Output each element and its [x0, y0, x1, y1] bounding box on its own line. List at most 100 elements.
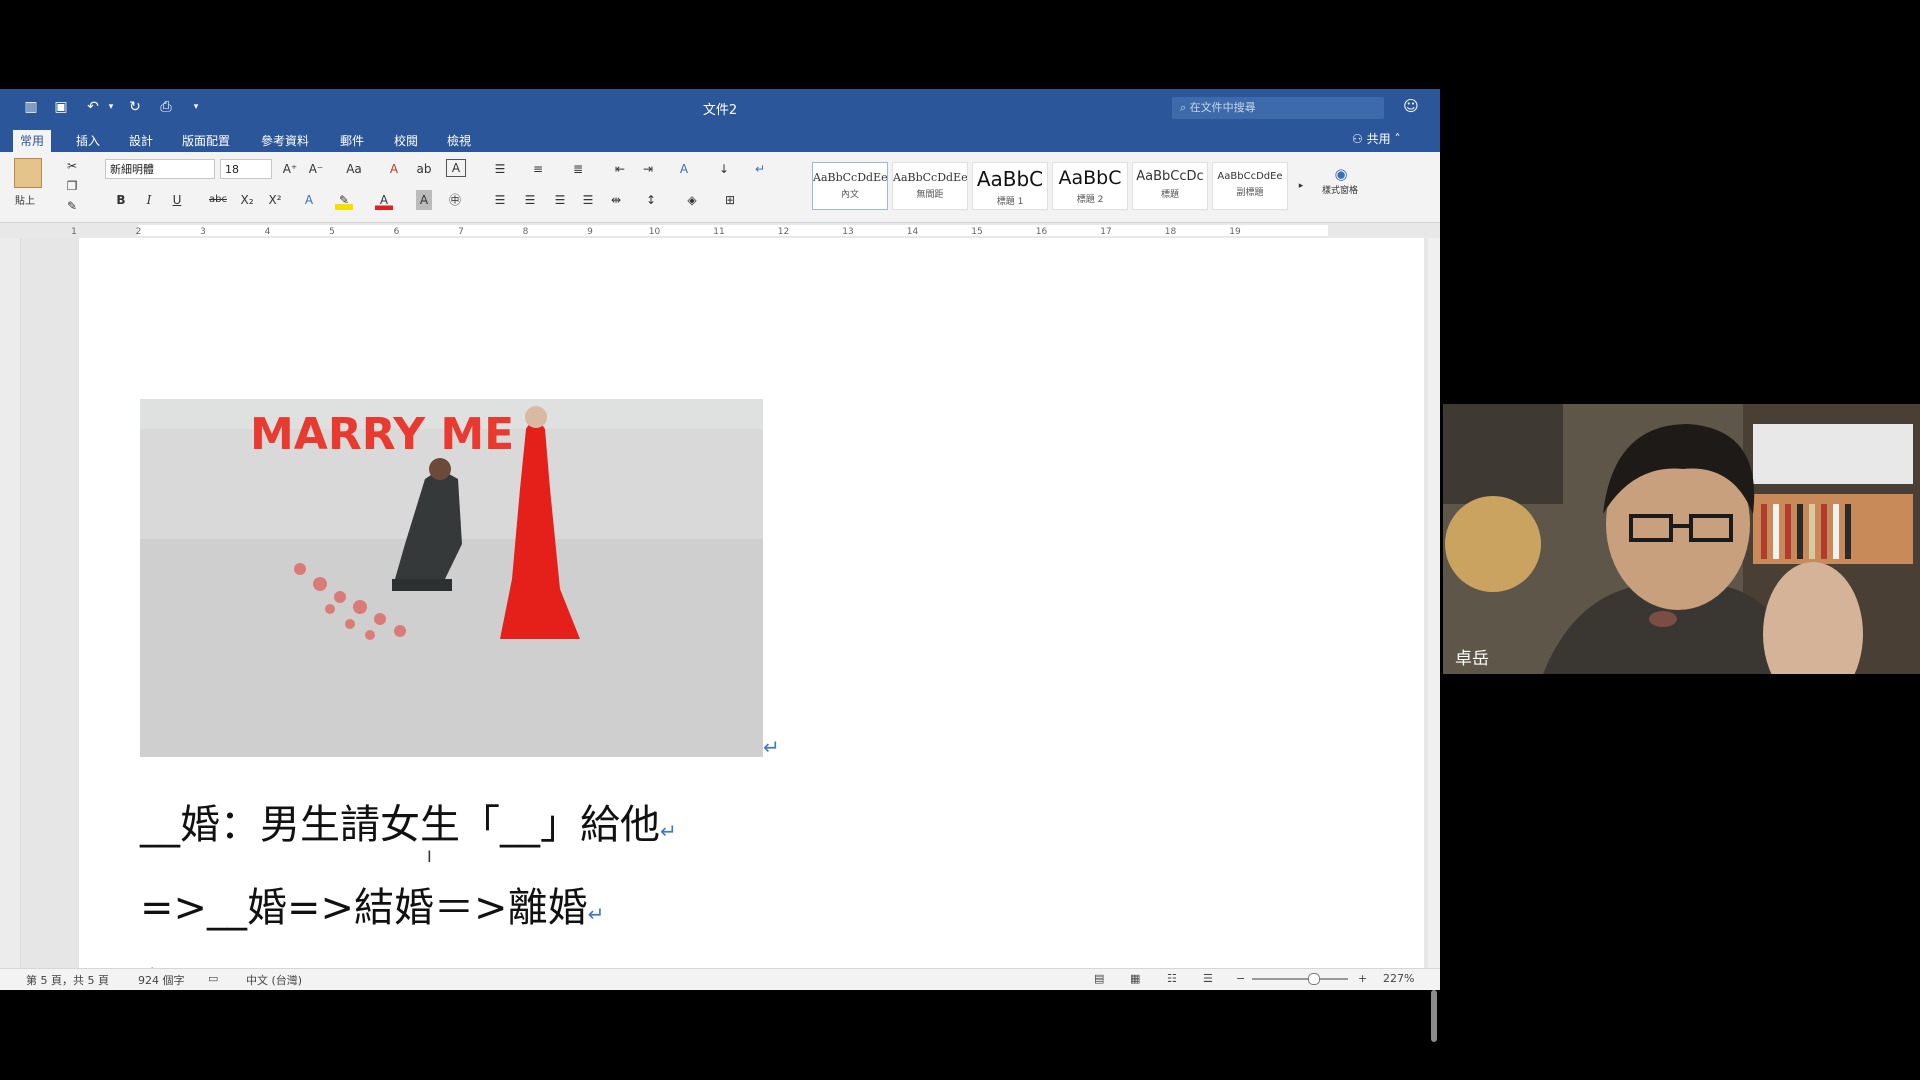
vertical-scrollbar[interactable] [1428, 238, 1440, 1042]
text-effects-icon[interactable]: A [300, 190, 318, 210]
align-left-icon[interactable]: ☰ [490, 190, 510, 210]
numbering-icon[interactable]: ≡ [528, 159, 548, 179]
enclose-characters-icon[interactable]: ㊥ [446, 190, 464, 210]
multilevel-list-icon[interactable]: ≣ [568, 159, 588, 179]
ruler-number: 8 [523, 227, 529, 237]
styles-scroll-icon[interactable]: ▸ [1296, 176, 1306, 196]
collapse-ribbon-icon[interactable]: ˄ [1394, 132, 1400, 146]
line-spacing-icon[interactable]: ↕ [640, 190, 662, 210]
ruler-number: 3 [200, 227, 206, 237]
proposal-photo[interactable]: MARRY ME [140, 339, 763, 757]
cut-icon[interactable]: ✂ [64, 156, 80, 176]
subscript-icon[interactable]: X₂ [238, 190, 256, 210]
style-heading-1[interactable]: AaBbC 標題 1 [972, 162, 1048, 210]
status-bar: 第 5 頁，共 5 頁 924 個字 ▭ 中文 (台灣) ▤ ▦ ☷ ☰ − +… [0, 968, 1440, 990]
undo-dropdown-icon[interactable]: ▾ [102, 99, 120, 116]
change-case-icon[interactable]: Aa [344, 159, 364, 179]
format-painter-icon[interactable]: ✎ [64, 196, 80, 216]
italic-icon[interactable]: I [141, 190, 157, 210]
save-icon[interactable]: ▣ [52, 99, 70, 116]
zoom-level[interactable]: 227% [1383, 972, 1414, 985]
paste-icon[interactable] [14, 158, 42, 188]
tab-review[interactable]: 校閱 [387, 130, 425, 152]
smiley-feedback-icon[interactable]: ☺ [1402, 98, 1420, 115]
justify-icon[interactable]: ☰ [578, 190, 598, 210]
highlight-icon[interactable]: ✎ [335, 190, 353, 210]
zoom-out-icon[interactable]: − [1236, 972, 1245, 985]
word-window: ▥ ▣ ↶ ▾ ↻ ⎙ ▾ 文件2 ⌕ 在文件中搜尋 ☺ 常用 插入 設計 版面… [0, 89, 1440, 1042]
undo-icon[interactable]: ↶ [84, 99, 102, 116]
word-count[interactable]: 924 個字 [138, 972, 185, 988]
show-marks-icon[interactable]: ↵ [750, 159, 770, 179]
video-tile[interactable]: 卓岳 [1443, 404, 1920, 674]
web-layout-view-icon[interactable]: ▦ [1130, 972, 1140, 985]
phonetic-guide-icon[interactable]: ab [414, 159, 434, 179]
scrollbar-thumb[interactable] [1431, 990, 1437, 1042]
title-bar: ▥ ▣ ↶ ▾ ↻ ⎙ ▾ 文件2 ⌕ 在文件中搜尋 ☺ [0, 89, 1440, 126]
font-name-dropdown[interactable]: 新細明體 [105, 159, 215, 179]
borders-icon[interactable]: ⊞ [720, 190, 740, 210]
zoom-slider[interactable] [1252, 978, 1348, 980]
tab-mailings[interactable]: 郵件 [333, 130, 371, 152]
style-normal[interactable]: AaBbCcDdEe 內文 [812, 162, 888, 210]
underline-icon[interactable]: U [169, 190, 185, 210]
shading-icon[interactable]: ◈ [682, 190, 702, 210]
strikethrough-icon[interactable]: abc [206, 190, 230, 210]
page-count[interactable]: 第 5 頁，共 5 頁 [26, 972, 109, 988]
asian-layout-icon[interactable]: A [674, 159, 694, 179]
text-cursor-icon: I [427, 847, 432, 866]
document-line-1[interactable]: __婚：男生請女生「__」給他↵ [140, 792, 677, 850]
styles-pane-label[interactable]: 樣式窗格 [1318, 186, 1362, 206]
style-no-spacing[interactable]: AaBbCcDdEe 無間距 [892, 162, 968, 210]
align-center-icon[interactable]: ☰ [520, 190, 540, 210]
styles-pane-icon[interactable]: ◉ [1330, 164, 1352, 184]
share-button[interactable]: ⚇ 共用 ˄ [1352, 130, 1400, 147]
decrease-indent-icon[interactable]: ⇤ [610, 159, 630, 179]
character-shading-icon[interactable]: A [416, 190, 432, 210]
customize-toolbar-icon[interactable]: ▾ [187, 99, 205, 116]
outline-view-icon[interactable]: ☷ [1167, 972, 1177, 985]
redo-icon[interactable]: ↻ [126, 99, 144, 116]
align-right-icon[interactable]: ☰ [550, 190, 570, 210]
tab-home[interactable]: 常用 [13, 130, 52, 152]
ribbon: 貼上 ✂ ❐ ✎ 新細明體 18 A⁺ A⁻ Aa A ab A B I U a… [0, 152, 1440, 223]
paste-label[interactable]: 貼上 [10, 192, 40, 212]
increase-indent-icon[interactable]: ⇥ [638, 159, 658, 179]
vertical-ruler[interactable] [0, 238, 21, 968]
sidebar-icon[interactable]: ▥ [22, 99, 40, 116]
ruler-number: 11 [713, 227, 724, 237]
ruler-number: 1 [71, 227, 77, 237]
horizontal-ruler[interactable]: 1 2 3 4 5 6 7 8 9 10 11 12 13 14 15 16 17 18 19 [0, 223, 1440, 238]
character-border-icon[interactable]: A [446, 159, 466, 177]
language[interactable]: 中文 (台灣) [246, 972, 302, 988]
clear-formatting-icon[interactable]: A [384, 159, 404, 179]
style-title[interactable]: AaBbCcDc 標題 [1132, 162, 1208, 210]
search-input[interactable]: ⌕ 在文件中搜尋 [1172, 97, 1384, 119]
shrink-font-icon[interactable]: A⁻ [306, 159, 326, 179]
copy-icon[interactable]: ❐ [64, 176, 80, 196]
font-size-dropdown[interactable]: 18 [220, 159, 272, 179]
style-subtitle[interactable]: AaBbCcDdEe 副標題 [1212, 162, 1288, 210]
tab-layout[interactable]: 版面配置 [175, 130, 237, 152]
tab-insert[interactable]: 插入 [69, 130, 107, 152]
document-title: 文件2 [702, 103, 738, 118]
zoom-in-icon[interactable]: + [1358, 972, 1367, 985]
draft-view-icon[interactable]: ☰ [1203, 972, 1213, 985]
bullets-icon[interactable]: ☰ [490, 159, 510, 179]
tab-references[interactable]: 參考資料 [254, 130, 316, 152]
bold-icon[interactable]: B [113, 190, 129, 210]
proofing-icon[interactable]: ▭ [208, 972, 218, 985]
style-heading-2[interactable]: AaBbC 標題 2 [1052, 162, 1128, 210]
print-layout-view-icon[interactable]: ▤ [1094, 972, 1104, 985]
ruler-number: 17 [1100, 227, 1111, 237]
print-icon[interactable]: ⎙ [157, 99, 175, 116]
grow-font-icon[interactable]: A⁺ [280, 159, 300, 179]
tab-design[interactable]: 設計 [122, 130, 160, 152]
distributed-icon[interactable]: ⇹ [606, 190, 626, 210]
tab-view[interactable]: 檢視 [440, 130, 478, 152]
zoom-slider-handle[interactable] [1308, 973, 1320, 985]
superscript-icon[interactable]: X² [266, 190, 284, 210]
font-color-icon[interactable]: A [375, 190, 393, 210]
document-line-2[interactable]: =>__婚=>結婚＝>離婚↵ [140, 875, 604, 933]
sort-icon[interactable]: ↓ [714, 159, 734, 179]
